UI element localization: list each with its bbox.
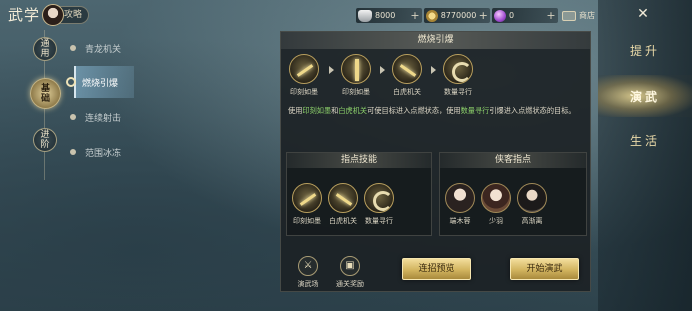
category-basic[interactable]: 基 础 xyxy=(30,78,61,109)
gem-icon xyxy=(494,9,506,22)
add-silver-button[interactable]: + xyxy=(408,9,422,22)
avatar xyxy=(481,183,511,213)
combo-preview-button[interactable]: 连招预览 xyxy=(402,258,471,280)
guide-skill-1[interactable]: 印刻如墨 xyxy=(287,183,327,226)
page-title: 武学 xyxy=(8,6,41,24)
add-coins-button[interactable]: + xyxy=(476,9,490,22)
skill-item-label: 范围冰冻 xyxy=(85,148,122,159)
description-text: 使用 xyxy=(288,106,303,115)
combo-skill-3[interactable]: 白虎机关 xyxy=(387,54,427,97)
hero-shao-yu[interactable]: 少羽 xyxy=(479,183,513,226)
combo-title: 燃烧引爆 xyxy=(281,32,590,49)
start-practice-button[interactable]: 开始演武 xyxy=(510,258,579,280)
combo-skill-label: 数量寻行 xyxy=(444,88,472,96)
hero-name: 高渐离 xyxy=(521,217,543,225)
coin-icon xyxy=(426,9,438,22)
hero-gao-jianli[interactable]: 高渐离 xyxy=(515,183,549,226)
skill-item-label: 燃烧引爆 xyxy=(82,78,119,89)
skill-item-rapid-fire[interactable]: 连续射击 xyxy=(70,110,121,124)
avatar xyxy=(42,3,65,26)
category-advanced-label-top: 进 xyxy=(40,130,50,140)
silver-currency: 8000 + xyxy=(356,8,422,23)
skill-item-label: 青龙机关 xyxy=(85,44,122,55)
whirlwind-icon xyxy=(364,183,394,213)
arrow-right-icon xyxy=(329,66,334,74)
arrow-right-icon xyxy=(380,66,385,74)
clear-reward-label: 通关奖励 xyxy=(336,280,364,288)
tiger-claw-icon xyxy=(392,54,422,84)
guide-skill-2[interactable]: 白虎机关 xyxy=(323,183,363,226)
guide-skills-title: 指点技能 xyxy=(287,153,431,168)
hero-name: 少羽 xyxy=(489,217,503,225)
shop-label: 商店 xyxy=(579,11,595,20)
combo-skill-label: 印刻如墨 xyxy=(290,88,318,96)
tab-practice[interactable]: 演武 xyxy=(598,75,692,117)
guide-skill-label: 数量寻行 xyxy=(365,217,393,225)
gem-amount: 0 xyxy=(509,11,515,20)
category-general-label-top: 通 xyxy=(40,39,50,49)
category-general[interactable]: 通 用 xyxy=(33,37,57,61)
shop-icon xyxy=(562,10,576,21)
skill-item-area-freeze[interactable]: 范围冰冻 xyxy=(70,145,121,159)
guide-skill-3[interactable]: 数量寻行 xyxy=(359,183,399,226)
silver-amount: 8000 xyxy=(375,11,396,20)
category-advanced[interactable]: 进 阶 xyxy=(33,128,57,152)
arrow-right-icon xyxy=(431,66,436,74)
skill-item-dragon-mechanism[interactable]: 青龙机关 xyxy=(70,41,121,55)
tab-life[interactable]: 生活 xyxy=(598,125,692,155)
combo-description: 使用印刻如墨和白虎机关可使目标进入点燃状态，使用数量寻行引爆进入点燃状态的目标。 xyxy=(288,105,588,116)
hero-duanmu-rong[interactable]: 端木蓉 xyxy=(443,183,477,226)
description-skill-link: 数量寻行 xyxy=(460,106,490,115)
category-general-label-bottom: 用 xyxy=(40,49,50,59)
ink-strike-icon xyxy=(289,54,319,84)
description-text: 可使目标进入点燃状态，使用 xyxy=(367,106,461,115)
guide-badge-label: 攻略 xyxy=(64,9,83,20)
guide-skill-label: 印刻如墨 xyxy=(293,217,321,225)
close-icon[interactable]: ✕ xyxy=(635,6,651,22)
page-title-group: 武学 攻略 xyxy=(8,3,90,26)
tab-upgrade[interactable]: 提升 xyxy=(598,35,692,65)
ink-strike-icon xyxy=(292,183,322,213)
crossed-swords-icon: ⚔ xyxy=(298,256,318,276)
selected-ring-icon xyxy=(66,77,76,87)
combo-skill-label: 印刻如墨 xyxy=(342,88,370,96)
combo-skill-4[interactable]: 数量寻行 xyxy=(438,54,478,97)
add-gems-button[interactable]: + xyxy=(544,9,558,22)
bullet-icon xyxy=(70,45,76,51)
avatar xyxy=(445,183,475,213)
arena-label: 演武场 xyxy=(297,280,319,288)
arena-button[interactable]: ⚔ 演武场 xyxy=(291,256,325,289)
bullet-icon xyxy=(70,149,76,155)
description-skill-link: 白虎机关 xyxy=(338,106,368,115)
guide-skill-label: 白虎机关 xyxy=(329,217,357,225)
silver-ingot-icon xyxy=(358,9,372,22)
gem-currency: 0 + xyxy=(492,8,558,23)
treasure-chest-icon: ▣ xyxy=(340,256,360,276)
combo-skill-2[interactable]: 印刻如墨 xyxy=(336,54,376,97)
guide-heroes-title: 侠客指点 xyxy=(440,153,586,168)
description-skill-link: 印刻如墨 xyxy=(302,106,332,115)
shop-button[interactable]: 商店 xyxy=(562,8,595,23)
hero-name: 端木蓉 xyxy=(449,217,471,225)
skill-item-burn-detonate[interactable]: 燃烧引爆 xyxy=(66,75,118,89)
combo-skill-1[interactable]: 印刻如墨 xyxy=(284,54,324,97)
tiger-claw-icon xyxy=(328,183,358,213)
skill-item-label: 连续射击 xyxy=(85,113,122,124)
category-advanced-label-bottom: 阶 xyxy=(40,140,50,150)
description-text: 引爆进入点燃状态的目标。 xyxy=(489,106,576,115)
coin-currency: 8770000 + xyxy=(424,8,490,23)
whirlwind-icon xyxy=(443,54,473,84)
bullet-icon xyxy=(70,114,76,120)
combo-skill-label: 白虎机关 xyxy=(393,88,421,96)
ink-burst-icon xyxy=(341,54,371,84)
clear-reward-button[interactable]: ▣ 通关奖励 xyxy=(333,256,367,289)
category-basic-label-top: 基 xyxy=(40,83,50,94)
guide-badge[interactable]: 攻略 xyxy=(42,3,90,26)
category-basic-label-bottom: 础 xyxy=(40,93,50,104)
coin-amount: 8770000 xyxy=(440,11,477,20)
avatar xyxy=(517,183,547,213)
